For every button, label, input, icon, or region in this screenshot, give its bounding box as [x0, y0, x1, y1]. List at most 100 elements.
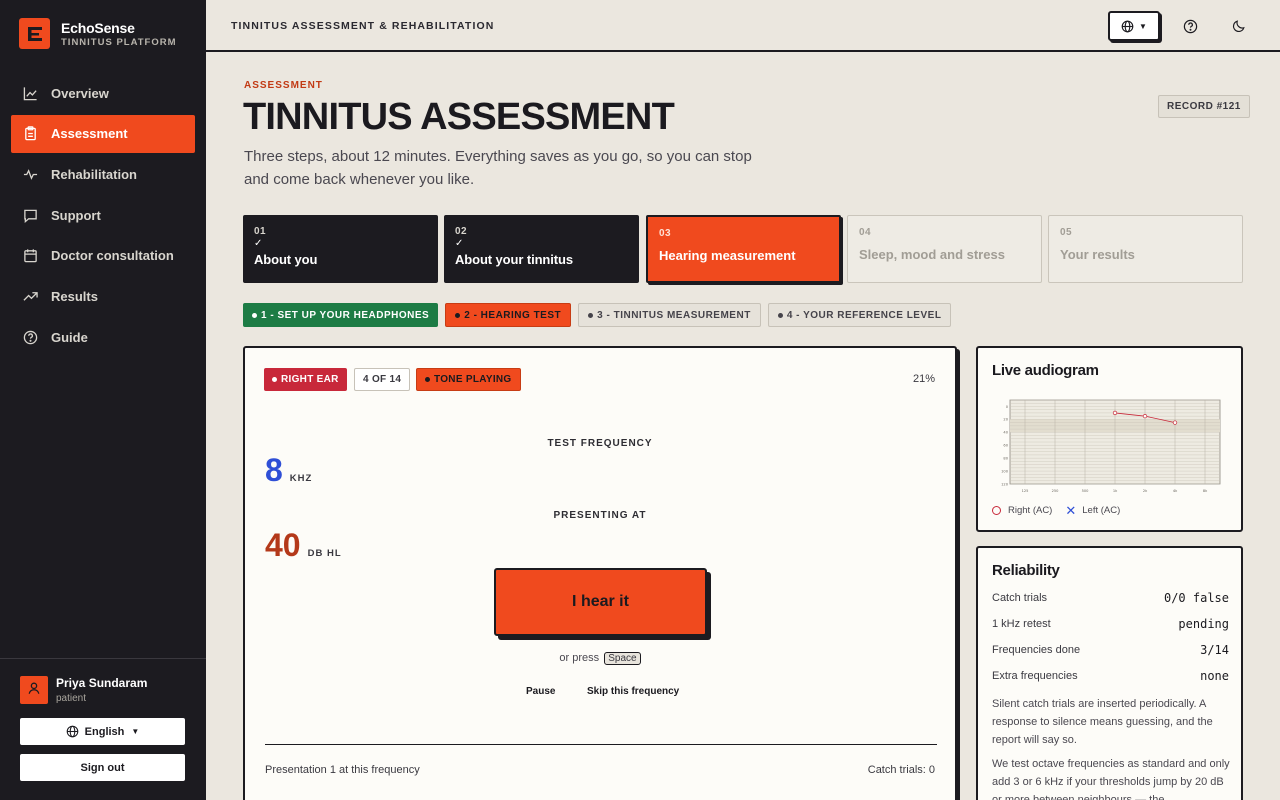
progress-percent: 21% [912, 373, 935, 385]
x-tick-label: 2k [1143, 489, 1148, 493]
row-label: 1 kHz retest [992, 618, 1051, 630]
keyboard-hint-text: or press [559, 652, 600, 664]
sidebar-item-doctor-consultation[interactable]: Doctor consultation [11, 237, 195, 275]
calendar-icon [22, 247, 39, 264]
x-tick-label: 125 [1022, 489, 1029, 493]
substep-tracker: 1 - SET UP YOUR HEADPHONES 2 - HEARING T… [243, 303, 958, 327]
catch-trials-count: Catch trials: 0 [867, 764, 935, 776]
audiogram-legend: Right (AC) ✕ Left (AC) [992, 504, 1120, 517]
right-ear-marker-icon [992, 506, 1001, 515]
caret-down-icon: ▼ [1139, 21, 1147, 31]
legend-right: Right (AC) [1008, 505, 1053, 516]
globe-icon [66, 725, 79, 738]
caret-down-icon: ▼ [131, 727, 140, 736]
step-label: Hearing measurement [659, 248, 796, 263]
frequency-readout: 8 KHZ [265, 452, 312, 489]
status-dot [272, 377, 277, 382]
step-number: 02 [455, 226, 468, 237]
language-menu-button[interactable]: ▼ [1108, 11, 1160, 41]
frequency-value: 8 [265, 452, 283, 488]
reliability-title: Reliability [992, 562, 1060, 579]
substep-reference-level: 4 - YOUR REFERENCE LEVEL [767, 303, 952, 327]
check-icon: ✓ [455, 238, 464, 249]
record-badge: RECORD #121 [1158, 95, 1250, 118]
step-number: 03 [659, 228, 672, 239]
step-number: 04 [859, 227, 872, 238]
right-ear-point [1112, 410, 1118, 416]
right-ear-point [1172, 420, 1178, 425]
step-about-your-tinnitus[interactable]: 02 ✓ About your tinnitus [444, 215, 639, 283]
help-icon[interactable] [1181, 17, 1199, 35]
legend-left: Left (AC) [1082, 505, 1121, 516]
substep-headphones[interactable]: 1 - SET UP YOUR HEADPHONES [243, 303, 439, 327]
substep-label: 3 - TINNITUS MEASUREMENT [597, 309, 751, 321]
user-profile[interactable]: Priya Sundaram patient [20, 676, 147, 704]
level-readout: 40 DB HL [265, 527, 342, 564]
x-tick-label: 8k [1203, 489, 1208, 493]
brand-name: EchoSense [61, 19, 135, 36]
x-tick-label: 1k [1113, 489, 1118, 493]
substep-tinnitus-measurement: 3 - TINNITUS MEASUREMENT [578, 303, 761, 327]
avatar [20, 676, 48, 704]
step-sleep-mood-stress: 04 Sleep, mood and stress [847, 215, 1042, 283]
page-subtitle: Three steps, about 12 minutes. Everythin… [244, 148, 752, 188]
y-tick-label: 120 [1001, 482, 1009, 486]
step-label: Sleep, mood and stress [859, 247, 1005, 262]
sidebar-item-label: Support [51, 207, 101, 223]
skip-frequency-button[interactable]: Skip this frequency [587, 686, 679, 697]
dark-mode-icon[interactable] [1230, 17, 1248, 35]
status-dot [455, 312, 461, 318]
sidebar-footer: Priya Sundaram patient English ▼ Sign ou… [0, 658, 206, 781]
chat-icon [22, 207, 39, 224]
brand[interactable]: EchoSense TINNITUS PLATFORM [19, 18, 177, 49]
step-your-results: 05 Your results [1048, 215, 1243, 283]
right-ear-point [1142, 414, 1148, 419]
row-value: 0/0 false [1163, 591, 1229, 605]
chart-line-icon [22, 85, 39, 102]
ear-badge: RIGHT EAR [264, 368, 347, 391]
ear-label: RIGHT EAR [281, 374, 339, 385]
presentation-count: Presentation 1 at this frequency [265, 764, 420, 776]
reliability-row: Extra frequencies none [992, 669, 1229, 683]
step-tracker: 01 ✓ About you 02 ✓ About your tinnitus … [243, 215, 1243, 283]
row-value: none [1200, 669, 1229, 683]
brand-subtitle: TINNITUS PLATFORM [61, 36, 177, 48]
y-tick-label: 100 [1001, 469, 1009, 473]
top-bar: TINNITUS ASSESSMENT & REHABILITATION ▼ [206, 0, 1280, 52]
pause-button[interactable]: Pause [526, 686, 555, 697]
i-hear-it-button[interactable]: I hear it [494, 568, 707, 636]
substep-label: 2 - HEARING TEST [464, 309, 562, 321]
sidebar-item-support[interactable]: Support [11, 196, 195, 234]
sidebar-item-guide[interactable]: Guide [11, 318, 195, 356]
sidebar-item-assessment[interactable]: Assessment [11, 114, 195, 153]
y-tick-label: 0 [1006, 405, 1009, 409]
substep-hearing-test[interactable]: 2 - HEARING TEST [445, 303, 572, 327]
sidebar-item-label: Overview [51, 85, 109, 101]
sidebar-item-overview[interactable]: Overview [11, 74, 195, 112]
page-kicker: ASSESSMENT [244, 80, 323, 91]
step-about-you[interactable]: 01 ✓ About you [243, 215, 438, 283]
step-label: Your results [1060, 247, 1135, 262]
substep-label: 4 - YOUR REFERENCE LEVEL [786, 309, 942, 321]
tone-status-badge: TONE PLAYING [416, 368, 521, 391]
language-select[interactable]: English ▼ [20, 718, 185, 745]
level-value: 40 [265, 527, 301, 563]
step-number: 01 [254, 226, 267, 237]
step-hearing-measurement[interactable]: 03 Hearing measurement [646, 215, 841, 283]
sidebar: EchoSense TINNITUS PLATFORM Overview Ass… [0, 0, 206, 800]
frequency-unit: KHZ [289, 473, 313, 484]
sidebar-item-results[interactable]: Results [11, 277, 195, 315]
sign-out-button[interactable]: Sign out [20, 754, 185, 781]
audiogram-chart: 125 250 500 1k 2k 4k 8k 0 20 40 60 80 100 120 [1001, 399, 1221, 493]
sidebar-item-label: Rehabilitation [51, 166, 137, 182]
sidebar-item-label: Results [51, 288, 98, 304]
x-tick-label: 250 [1052, 489, 1060, 493]
row-label: Catch trials [992, 592, 1048, 604]
sidebar-item-rehabilitation[interactable]: Rehabilitation [11, 155, 195, 193]
page-title: TINNITUS ASSESSMENT [243, 96, 675, 138]
user-role: patient [56, 693, 87, 704]
row-value: 3/14 [1200, 643, 1229, 657]
y-tick-label: 80 [1003, 456, 1008, 460]
level-label: PRESENTING AT [553, 510, 647, 521]
level-unit: DB HL [307, 548, 342, 559]
